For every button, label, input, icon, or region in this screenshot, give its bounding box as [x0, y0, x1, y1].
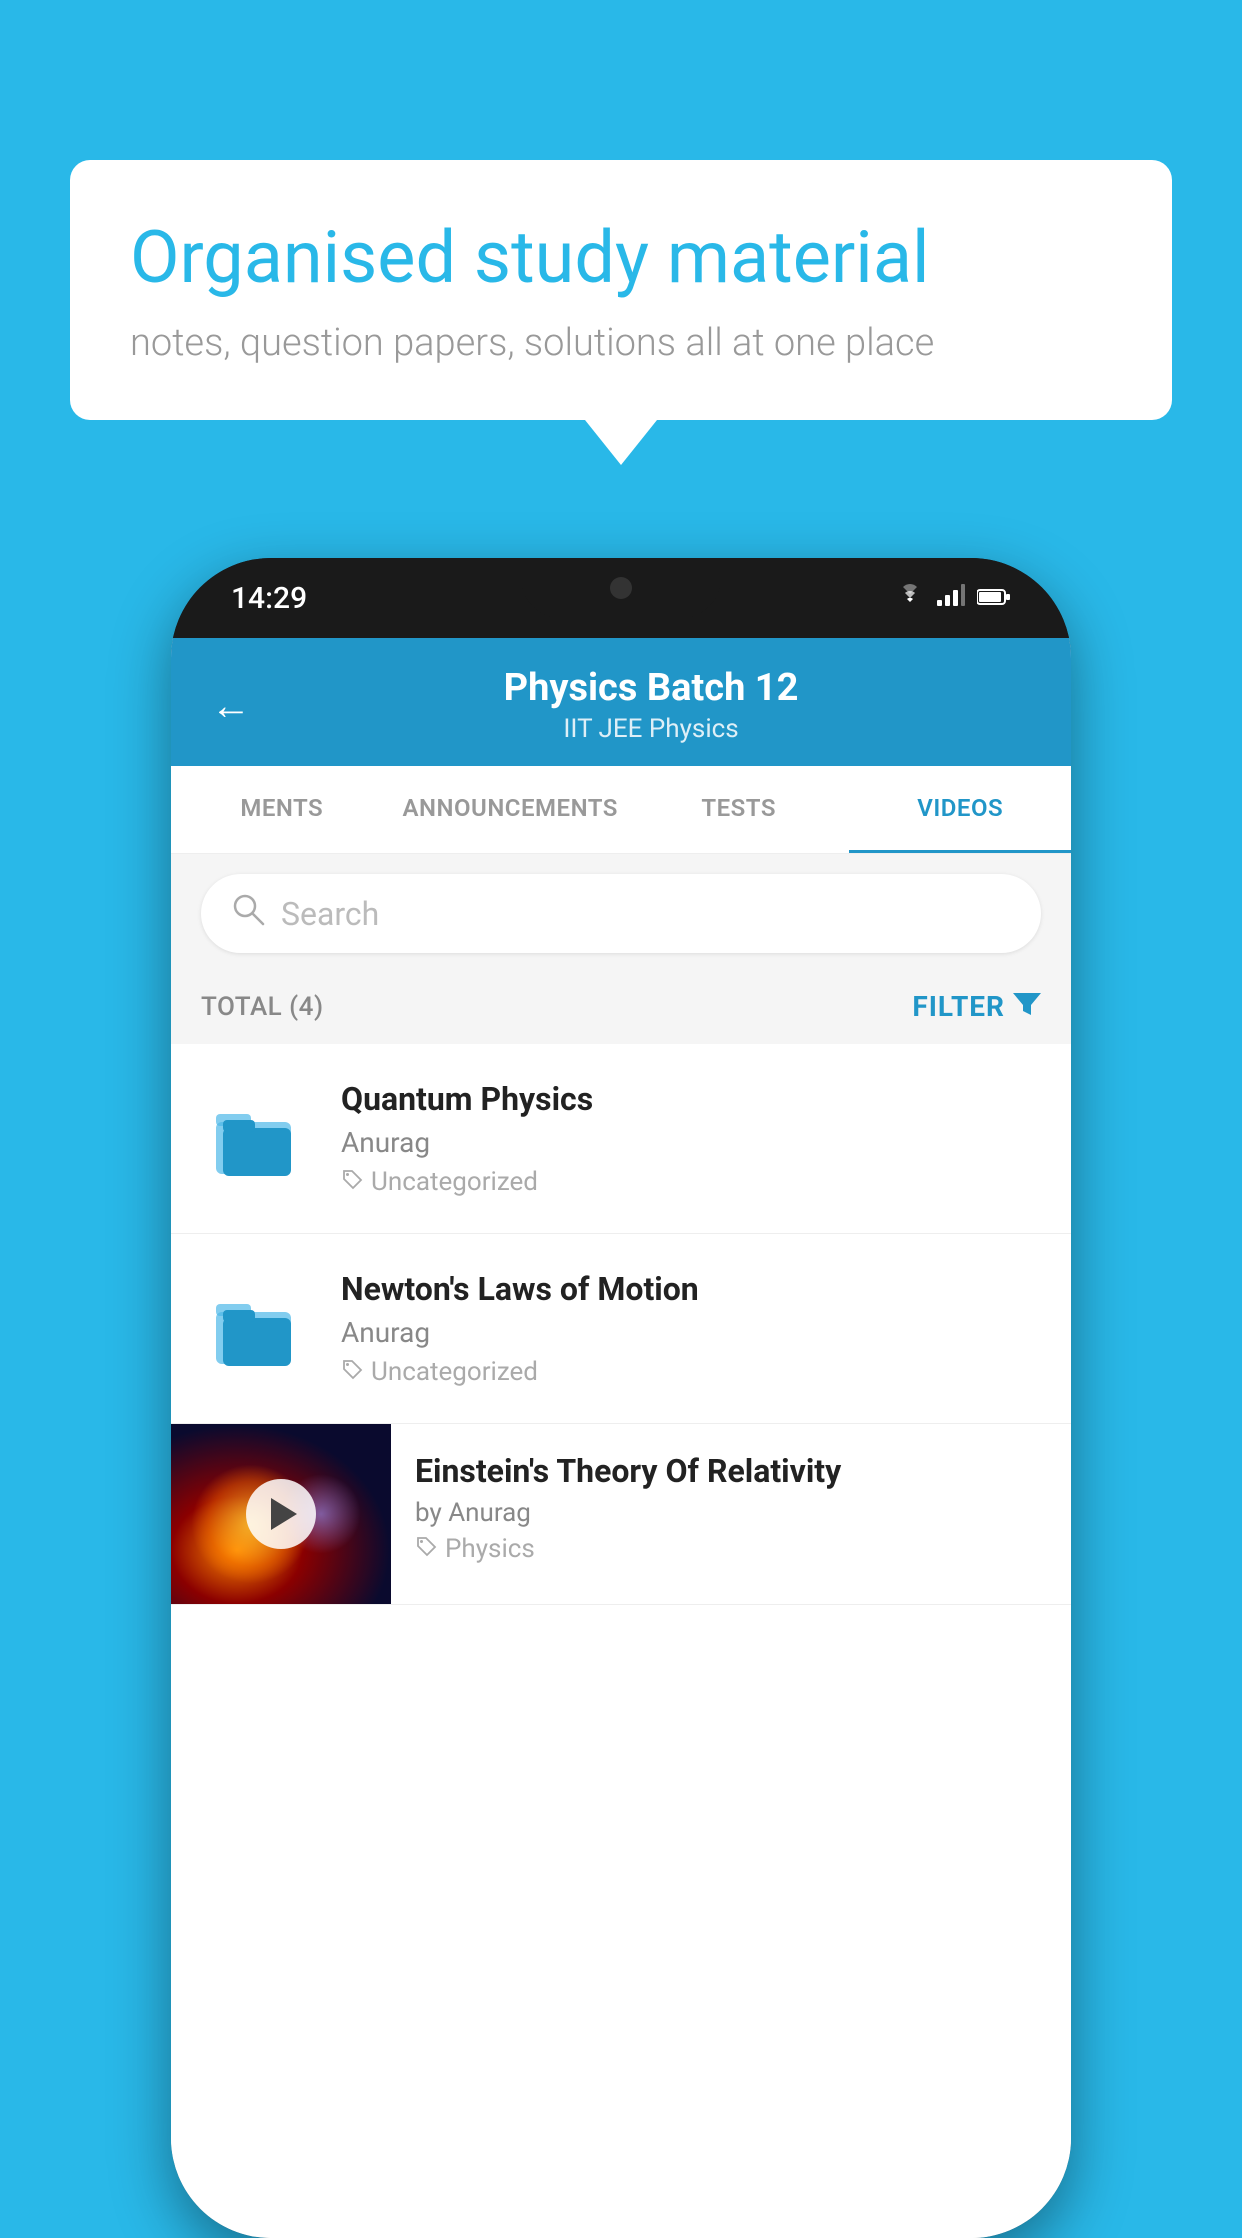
filter-row: TOTAL (4) FILTER	[171, 973, 1071, 1044]
list-item[interactable]: Quantum Physics Anurag Uncategorized	[171, 1044, 1071, 1234]
phone-notch	[521, 558, 721, 618]
video-author: Anurag	[341, 1316, 1041, 1349]
list-item[interactable]: Newton's Laws of Motion Anurag Uncategor…	[171, 1234, 1071, 1424]
play-icon	[271, 1498, 297, 1530]
status-bar: 14:29	[171, 558, 1071, 638]
video-info-einstein: Einstein's Theory Of Relativity by Anura…	[391, 1424, 1071, 1584]
tag-label: Physics	[445, 1534, 535, 1564]
total-count: TOTAL (4)	[201, 992, 324, 1022]
phone-frame: 14:29	[171, 558, 1071, 2238]
tag-label: Uncategorized	[371, 1167, 538, 1197]
video-tag: Physics	[415, 1534, 1051, 1564]
speech-bubble-card: Organised study material notes, question…	[70, 160, 1172, 420]
search-wrapper: Search	[171, 854, 1071, 973]
speech-bubble-heading: Organised study material	[130, 215, 1112, 301]
app-header: ← Physics Batch 12 IIT JEE Physics	[171, 638, 1071, 766]
tab-ments[interactable]: MENTS	[171, 766, 393, 853]
play-button[interactable]	[246, 1479, 316, 1549]
filter-icon	[1013, 989, 1041, 1024]
tab-videos[interactable]: VIDEOS	[849, 766, 1071, 853]
back-button[interactable]: ←	[211, 682, 251, 729]
video-thumbnail-einstein	[171, 1424, 391, 1604]
header-title-area: Physics Batch 12 IIT JEE Physics	[271, 666, 1031, 744]
search-icon	[231, 892, 265, 935]
phone-screen: ← Physics Batch 12 IIT JEE Physics MENTS…	[171, 638, 1071, 2238]
filter-button[interactable]: FILTER	[912, 989, 1041, 1024]
tag-icon	[341, 1358, 363, 1386]
filter-label: FILTER	[912, 990, 1005, 1023]
camera	[610, 577, 632, 599]
header-title: Physics Batch 12	[271, 666, 1031, 710]
speech-bubble-subtext: notes, question papers, solutions all at…	[130, 321, 1112, 365]
tab-announcements[interactable]: ANNOUNCEMENTS	[393, 766, 628, 853]
folder-thumb-quantum	[201, 1084, 311, 1194]
video-info-quantum: Quantum Physics Anurag Uncategorized	[341, 1080, 1041, 1197]
tabs-bar: MENTS ANNOUNCEMENTS TESTS VIDEOS	[171, 766, 1071, 854]
video-author: Anurag	[341, 1126, 1041, 1159]
tab-tests[interactable]: TESTS	[628, 766, 850, 853]
video-title: Newton's Laws of Motion	[341, 1270, 1041, 1308]
list-item[interactable]: Einstein's Theory Of Relativity by Anura…	[171, 1424, 1071, 1605]
video-list: Quantum Physics Anurag Uncategorized	[171, 1044, 1071, 2238]
video-tag: Uncategorized	[341, 1357, 1041, 1387]
signal-icon	[937, 583, 965, 613]
search-bar[interactable]: Search	[201, 874, 1041, 953]
battery-icon	[977, 583, 1011, 613]
status-time: 14:29	[231, 581, 307, 616]
folder-thumb-newton	[201, 1274, 311, 1384]
video-author: by Anurag	[415, 1498, 1051, 1528]
header-subtitle: IIT JEE Physics	[271, 714, 1031, 744]
wifi-icon	[895, 583, 925, 613]
status-icons	[895, 583, 1011, 613]
video-title: Quantum Physics	[341, 1080, 1041, 1118]
tag-label: Uncategorized	[371, 1357, 538, 1387]
video-tag: Uncategorized	[341, 1167, 1041, 1197]
tag-icon	[415, 1534, 437, 1564]
video-info-newton: Newton's Laws of Motion Anurag Uncategor…	[341, 1270, 1041, 1387]
tag-icon	[341, 1168, 363, 1196]
search-placeholder: Search	[281, 895, 379, 933]
video-title: Einstein's Theory Of Relativity	[415, 1452, 1051, 1490]
